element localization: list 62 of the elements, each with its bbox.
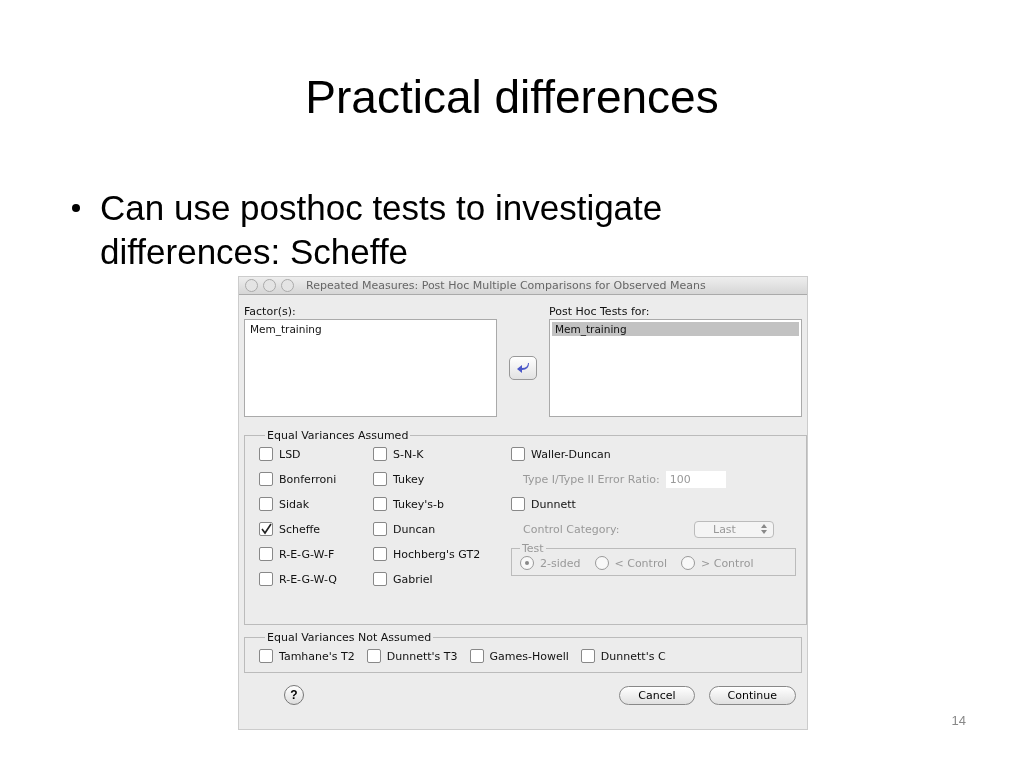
checkbox[interactable] bbox=[259, 572, 273, 586]
checkbox-label: Dunnett bbox=[531, 497, 576, 511]
dialog-button[interactable]: Cancel bbox=[619, 685, 695, 705]
arrow-icon bbox=[516, 362, 530, 374]
checkbox[interactable] bbox=[366, 649, 381, 663]
group-legend: Test bbox=[520, 542, 546, 555]
slide-title: Practical differences bbox=[304, 70, 720, 125]
checkbox[interactable] bbox=[373, 522, 387, 536]
checkbox[interactable] bbox=[373, 547, 387, 561]
checkbox-label: Scheffe bbox=[279, 522, 321, 536]
list-label: Post Hoc Tests for: bbox=[548, 305, 651, 319]
checkbox-label: Tamhane's T2 bbox=[279, 649, 355, 663]
list-item[interactable]: Mem_training bbox=[247, 322, 495, 336]
checkbox-label: Tukey bbox=[393, 472, 425, 486]
checkbox[interactable] bbox=[259, 522, 273, 536]
checkbox[interactable] bbox=[259, 447, 273, 461]
checkbox[interactable] bbox=[259, 547, 273, 561]
checkbox[interactable] bbox=[259, 497, 273, 511]
bullet-text: Can use posthoc tests to investigate differences: Scheffe bbox=[100, 187, 664, 273]
close-icon[interactable] bbox=[245, 279, 258, 292]
checkbox-label: R-E-G-W-F bbox=[279, 547, 335, 561]
checkbox[interactable] bbox=[373, 447, 387, 461]
checkbox-label: Gabriel bbox=[393, 572, 433, 586]
checkbox[interactable] bbox=[259, 649, 273, 663]
checkbox[interactable] bbox=[511, 447, 525, 461]
checkbox-label: Dunnett's T3 bbox=[386, 649, 458, 663]
minimize-icon[interactable] bbox=[263, 279, 276, 292]
list-label: Factor(s): bbox=[244, 305, 297, 319]
checkbox[interactable] bbox=[259, 472, 273, 486]
group-legend: Equal Variances Assumed bbox=[265, 429, 411, 442]
checkbox-label: Dunnett's C bbox=[600, 649, 666, 663]
checkbox-label: S-N-K bbox=[393, 447, 424, 461]
radio-label: < Control bbox=[614, 556, 667, 570]
checkbox-label: Waller-Duncan bbox=[531, 447, 611, 461]
field-label: Control Category: bbox=[523, 522, 621, 536]
checkbox-label: Bonferroni bbox=[279, 472, 337, 486]
move-button[interactable] bbox=[509, 356, 537, 380]
checkbox-label: LSD bbox=[279, 447, 301, 461]
checkbox[interactable] bbox=[469, 649, 484, 663]
stepper-icon bbox=[761, 524, 767, 534]
checkbox-label: Sidak bbox=[279, 497, 310, 511]
radio-label: 2-sided bbox=[540, 556, 581, 570]
checkbox[interactable] bbox=[373, 472, 387, 486]
checkbox[interactable] bbox=[373, 497, 387, 511]
checkbox[interactable] bbox=[511, 497, 525, 511]
bullet-icon bbox=[72, 204, 80, 212]
window-title: Repeated Measures: Post Hoc Multiple Comparisons for Observed Means bbox=[306, 279, 706, 292]
field-label: Type I/Type II Error Ratio: bbox=[523, 472, 660, 486]
radio-label: > Control bbox=[701, 556, 754, 570]
checkbox[interactable] bbox=[580, 649, 595, 663]
dialog-button[interactable]: Continue bbox=[708, 685, 796, 705]
checkbox-label: Tukey's-b bbox=[393, 497, 444, 511]
checkbox-label: Games-Howell bbox=[489, 649, 569, 663]
slide-number: 14 bbox=[951, 713, 966, 730]
checkbox-label: Hochberg's GT2 bbox=[393, 547, 481, 561]
checkbox-label: Duncan bbox=[393, 522, 436, 536]
checkbox-label: R-E-G-W-Q bbox=[279, 572, 337, 586]
list-item[interactable]: Mem_training bbox=[551, 322, 799, 336]
checkbox[interactable] bbox=[373, 572, 387, 586]
help-button[interactable]: ? bbox=[284, 685, 304, 705]
group-legend: Equal Variances Not Assumed bbox=[265, 631, 434, 644]
zoom-icon[interactable] bbox=[281, 279, 294, 292]
